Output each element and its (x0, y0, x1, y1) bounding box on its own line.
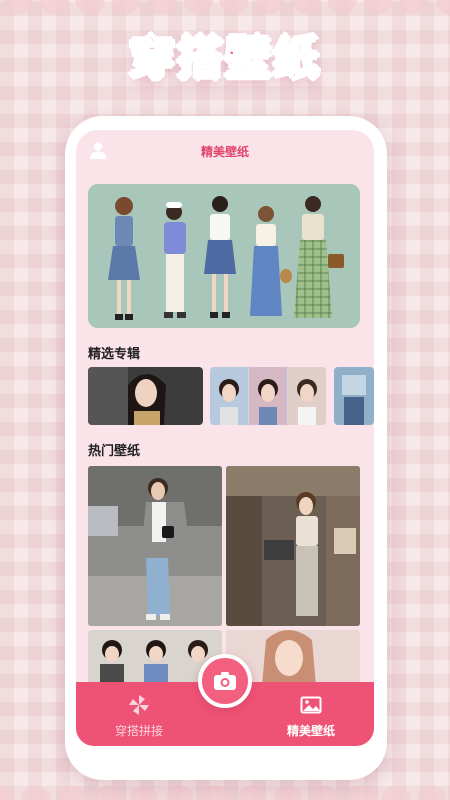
album-card[interactable] (210, 367, 326, 425)
app-header: 精美壁纸 (76, 130, 374, 170)
image-icon (300, 696, 322, 714)
album-thumbnail (88, 367, 203, 425)
wallpaper-thumbnail (226, 466, 360, 626)
album-card[interactable] (88, 367, 203, 425)
albums-section-title: 精选专辑 (88, 347, 141, 362)
wallpaper-thumbnail (88, 466, 222, 626)
tab-label: 穿搭拼接 (114, 724, 163, 738)
tab-label: 精美壁纸 (286, 724, 335, 738)
album-card[interactable] (334, 367, 374, 425)
camera-icon (214, 672, 236, 690)
tab-wallpapers[interactable]: 精美壁纸 (256, 694, 366, 739)
album-thumbnail (210, 367, 326, 425)
albums-row (88, 367, 374, 427)
app-screen: 精美壁纸 精选专辑 热门壁纸 穿搭拼接 精美壁纸 (76, 130, 374, 746)
featured-banner[interactable] (88, 184, 360, 328)
banner-illustration (88, 184, 360, 328)
album-thumbnail (334, 367, 374, 425)
hot-section-title: 热门壁纸 (88, 444, 141, 459)
header-title: 精美壁纸 (200, 145, 249, 159)
tab-outfit-collage[interactable]: 穿搭拼接 (84, 694, 194, 739)
promo-title: 穿搭壁纸 (128, 30, 321, 86)
wallpaper-card[interactable] (88, 466, 222, 626)
camera-button[interactable] (198, 654, 252, 708)
wallpaper-card[interactable] (226, 466, 360, 626)
pinwheel-icon (129, 695, 149, 715)
